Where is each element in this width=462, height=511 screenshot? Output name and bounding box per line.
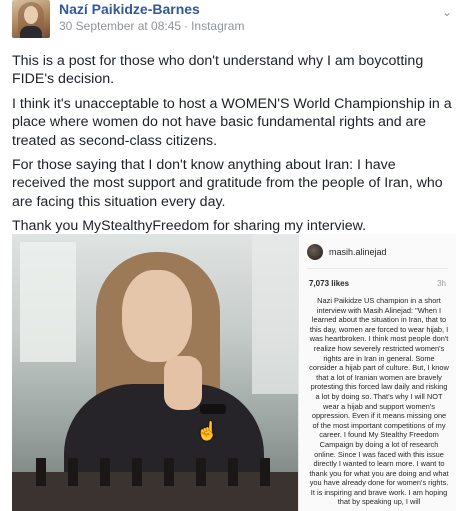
photo-hand <box>164 356 202 410</box>
author-avatar[interactable] <box>12 0 50 38</box>
post-paragraph: Thank you MyStealthyFreedom for sharing … <box>12 218 367 235</box>
instagram-panel: masih.alinejad 7,073 likes 3h Nazi Paiki… <box>298 234 456 511</box>
post-source-link[interactable]: Instagram <box>191 18 244 34</box>
avatar-shirt <box>20 26 42 38</box>
background-window <box>252 234 298 394</box>
hand-pointer-icon: ☝ <box>196 421 219 441</box>
post-timestamp-link[interactable]: 30 September at 08:45 <box>59 18 181 34</box>
instagram-time: 3h <box>437 279 446 288</box>
post-paragraph: For those saying that I don't know anyth… <box>12 157 443 210</box>
instagram-divider <box>307 268 448 269</box>
instagram-avatar <box>307 244 323 260</box>
portrait-photo: ☝ <box>12 234 298 511</box>
post-image[interactable]: ☝ masih.alinejad 7,073 likes 3h Nazi Pai… <box>12 234 456 511</box>
instagram-caption: Nazi Paikidze US champion in a short int… <box>309 296 449 507</box>
instagram-likes: 7,073 likes <box>309 279 350 288</box>
post-subline: 30 September at 08:45 · Instagram <box>59 18 244 34</box>
post-header: Nazí Paikidze-Barnes 30 September at 08:… <box>12 0 244 44</box>
post-meta: Nazí Paikidze-Barnes 30 September at 08:… <box>59 1 244 34</box>
facebook-post: Nazí Paikidze-Barnes 30 September at 08:… <box>0 0 462 511</box>
chevron-down-icon[interactable]: ⌄ <box>440 5 454 19</box>
post-text: This is a post for those who don't under… <box>12 52 452 242</box>
photo-face <box>122 270 192 362</box>
author-name-link[interactable]: Nazí Paikidze-Barnes <box>59 1 244 18</box>
chess-pieces <box>36 458 286 486</box>
photo-watch <box>200 404 226 414</box>
instagram-username: masih.alinejad <box>329 247 387 257</box>
post-paragraph: I think it's unacceptable to host a WOME… <box>12 95 452 149</box>
instagram-header: masih.alinejad <box>307 244 387 260</box>
separator-dot: · <box>184 19 189 33</box>
post-paragraph: This is a post for those who don't under… <box>12 53 424 88</box>
background-window <box>20 242 76 362</box>
avatar-face <box>24 6 38 24</box>
